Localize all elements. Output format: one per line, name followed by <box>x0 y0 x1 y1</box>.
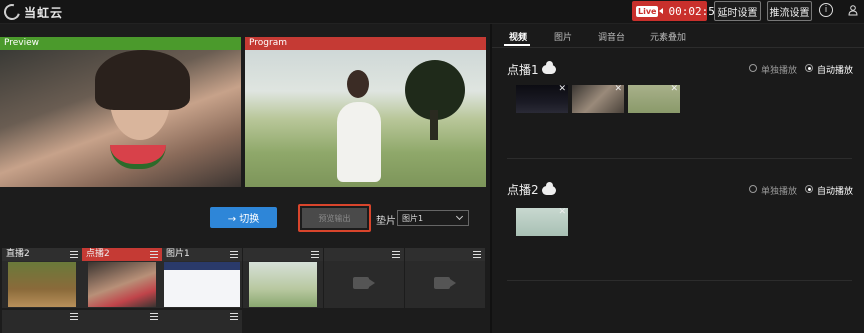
source-cell-8[interactable] <box>82 310 162 333</box>
app-root: 当虹云 Live 00:02:56 延时设置 推流设置 i Preview Pr… <box>0 0 864 333</box>
source-cell-header: 点播2 <box>82 248 162 261</box>
source-cell-7[interactable] <box>2 310 82 333</box>
live-camera-icon <box>659 8 664 14</box>
pad-label: 垫片 <box>376 216 396 227</box>
camera-icon <box>353 277 369 289</box>
source-cell-6[interactable] <box>405 248 485 308</box>
vod2-radio-single[interactable] <box>749 185 757 193</box>
menu-icon[interactable] <box>230 251 238 258</box>
menu-icon[interactable] <box>150 251 158 258</box>
vod1-label-auto: 自动播放 <box>817 66 854 76</box>
source-cell-header <box>324 248 404 261</box>
stream-settings-button[interactable]: 推流设置 <box>767 1 812 21</box>
source-thumbnail <box>249 262 317 307</box>
media-tabs: 视频 图片 调音台 元素叠加 <box>492 24 864 48</box>
source-thumbnail <box>8 262 76 307</box>
camera-icon <box>434 277 450 289</box>
top-bar: 当虹云 Live 00:02:56 延时设置 推流设置 i <box>0 0 864 24</box>
user-icon[interactable] <box>846 3 860 17</box>
source-cell-4[interactable] <box>243 248 323 308</box>
logo-icon <box>1 1 23 23</box>
pad-select-value: 图片1 <box>402 213 424 223</box>
source-label: 图片1 <box>166 249 190 259</box>
chevron-down-icon <box>455 212 464 221</box>
program-head-shape <box>347 70 369 98</box>
mixer-area: Preview Program → 切换 预览输出 垫片 图片1 直播2 点播2… <box>0 24 487 333</box>
tab-video[interactable]: 视频 <box>509 30 527 43</box>
program-header: Program <box>245 37 486 50</box>
vod2-thumbnail-1[interactable]: ✕ <box>516 208 568 236</box>
vod1-thumbnail-1[interactable]: ✕ <box>516 85 568 113</box>
live-badge: Live <box>636 5 659 17</box>
cloud-upload-icon[interactable] <box>542 61 556 74</box>
close-icon[interactable]: ✕ <box>670 85 678 94</box>
source-cell-3[interactable]: 图片1 <box>162 248 242 308</box>
menu-icon[interactable] <box>70 313 78 320</box>
menu-icon[interactable] <box>311 251 319 258</box>
program-monitor <box>245 50 486 187</box>
menu-icon[interactable] <box>392 251 400 258</box>
vod2-label-single: 单独播放 <box>761 187 798 197</box>
tab-mixer[interactable]: 调音台 <box>598 30 625 43</box>
source-cell-header: 直播2 <box>2 248 82 261</box>
menu-icon[interactable] <box>70 251 78 258</box>
source-cell-header <box>243 248 323 261</box>
preview-header: Preview <box>0 37 241 50</box>
preview-output-button[interactable]: 预览输出 <box>302 208 367 228</box>
source-cell-1[interactable]: 直播2 <box>2 248 82 308</box>
logo: 当虹云 <box>1 1 64 23</box>
vod2-label-auto: 自动播放 <box>817 187 854 197</box>
program-trunk-shape <box>430 110 438 140</box>
close-icon[interactable]: ✕ <box>614 85 622 94</box>
tab-image[interactable]: 图片 <box>554 30 572 43</box>
logo-text: 当虹云 <box>24 5 64 20</box>
source-thumbnail <box>164 262 240 307</box>
vod2-title: 点播2 <box>507 183 539 197</box>
preview-monitor <box>0 50 241 187</box>
menu-icon[interactable] <box>230 313 238 320</box>
source-cell-2[interactable]: 点播2 <box>82 248 162 308</box>
tab-overlay[interactable]: 元素叠加 <box>650 30 686 43</box>
section-divider <box>507 158 852 159</box>
vod2-radio-auto[interactable] <box>805 185 813 193</box>
vod1-label-single: 单独播放 <box>761 66 798 76</box>
active-tab-indicator <box>504 44 530 46</box>
vod1-thumbnail-3[interactable]: ✕ <box>628 85 680 113</box>
media-panel: 视频 图片 调音台 元素叠加 点播1 单独播放 自动播放 ✕ ✕ ✕ 点播2 单… <box>490 24 864 333</box>
preview-hair-shape <box>95 50 190 110</box>
close-icon[interactable]: ✕ <box>558 85 566 94</box>
source-label: 直播2 <box>6 249 30 259</box>
cloud-upload-icon[interactable] <box>542 182 556 195</box>
source-thumbnail <box>88 262 156 307</box>
source-cell-header: 图片1 <box>162 248 242 261</box>
vod1-radio-auto[interactable] <box>805 64 813 72</box>
vod1-radio-single[interactable] <box>749 64 757 72</box>
preview-watermelon-shape <box>110 145 166 169</box>
switch-button[interactable]: → 切换 <box>210 207 277 228</box>
source-cell-header <box>405 248 485 261</box>
info-icon[interactable]: i <box>819 3 833 17</box>
program-dress-shape <box>337 102 381 182</box>
close-icon[interactable]: ✕ <box>558 208 566 217</box>
vod1-thumbnail-2[interactable]: ✕ <box>572 85 624 113</box>
pad-select[interactable]: 图片1 <box>397 210 469 226</box>
menu-icon[interactable] <box>473 251 481 258</box>
menu-icon[interactable] <box>150 313 158 320</box>
source-cell-9[interactable] <box>162 310 242 333</box>
section-divider <box>507 280 852 281</box>
live-status: Live 00:02:56 <box>632 1 721 21</box>
source-label: 点播2 <box>86 249 110 259</box>
delay-settings-button[interactable]: 延时设置 <box>714 1 761 21</box>
source-grid: 直播2 点播2 图片1 <box>0 248 487 333</box>
source-cell-5[interactable] <box>324 248 404 308</box>
vod1-title: 点播1 <box>507 63 539 77</box>
